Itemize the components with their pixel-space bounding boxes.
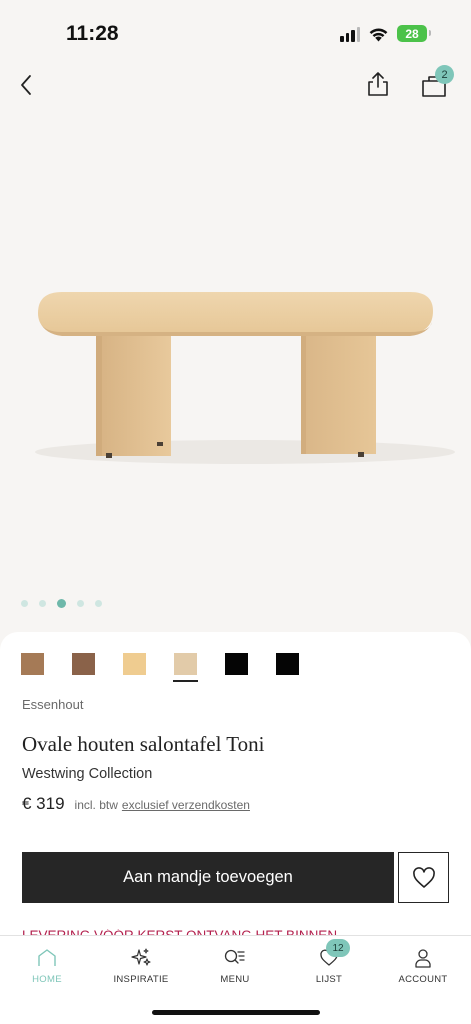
coffee-table-illustration: [35, 292, 455, 464]
status-icons: 28: [340, 25, 431, 42]
back-button[interactable]: [12, 70, 40, 100]
menu-search-icon: [224, 949, 245, 964]
chevron-left-icon: [21, 75, 31, 95]
pagination-dot-active[interactable]: [57, 599, 66, 608]
status-time: 11:28: [66, 22, 119, 45]
tab-home[interactable]: HOME: [7, 946, 87, 985]
home-indicator: [152, 1010, 320, 1015]
color-swatch[interactable]: [72, 653, 95, 675]
wifi-icon: [369, 28, 388, 41]
status-bar: 11:28 28: [0, 0, 471, 60]
shipping-costs-link[interactable]: exclusief verzendkosten: [122, 798, 250, 812]
color-swatch[interactable]: [225, 653, 248, 675]
tab-label: LIJST: [315, 974, 343, 985]
product-material: Essenhout: [22, 697, 84, 712]
pagination-dot[interactable]: [21, 600, 28, 607]
tab-account[interactable]: ACCOUNT: [383, 946, 463, 985]
wishlist-count-badge: 12: [326, 939, 350, 957]
cellular-signal-icon: [340, 26, 360, 42]
color-swatch[interactable]: [276, 653, 299, 675]
color-swatch[interactable]: [123, 653, 146, 675]
image-pagination[interactable]: [21, 599, 102, 608]
sparkles-icon: [131, 948, 151, 966]
color-swatches: [21, 653, 299, 682]
wishlist-button[interactable]: [398, 852, 449, 903]
battery-icon: 28: [397, 25, 431, 42]
color-swatch[interactable]: [173, 653, 198, 682]
pagination-dot[interactable]: [95, 600, 102, 607]
pagination-dot[interactable]: [77, 600, 84, 607]
product-detail-screen: 11:28 28 2 Essenhout Ovale houten salont…: [0, 0, 471, 1024]
pagination-dot[interactable]: [39, 600, 46, 607]
tab-menu[interactable]: MENU: [195, 946, 275, 985]
product-image[interactable]: [0, 110, 471, 590]
add-to-cart-button[interactable]: Aan mandje toevoegen: [22, 852, 394, 903]
color-swatch[interactable]: [21, 653, 44, 675]
vat-note: incl. btw: [74, 798, 118, 812]
shopping-bag-button[interactable]: 2: [418, 65, 454, 100]
tab-label: ACCOUNT: [398, 974, 448, 985]
home-icon: [38, 949, 56, 966]
share-button[interactable]: [364, 69, 392, 99]
user-icon: [415, 949, 431, 968]
share-icon: [368, 72, 388, 96]
tab-label: INSPIRATIE: [113, 974, 169, 985]
product-price: € 319: [22, 794, 65, 813]
tab-label: MENU: [220, 974, 250, 985]
price-row: € 319 incl. btw exclusief verzendkosten: [22, 794, 250, 814]
product-brand[interactable]: Westwing Collection: [22, 766, 152, 782]
product-title: Ovale houten salontafel Toni: [22, 732, 265, 756]
tab-label: HOME: [32, 974, 62, 985]
bag-count-badge: 2: [435, 65, 454, 84]
tab-lijst[interactable]: 12 LIJST: [289, 939, 369, 985]
heart-icon: [412, 866, 435, 888]
tab-inspiratie[interactable]: INSPIRATIE: [101, 946, 181, 985]
